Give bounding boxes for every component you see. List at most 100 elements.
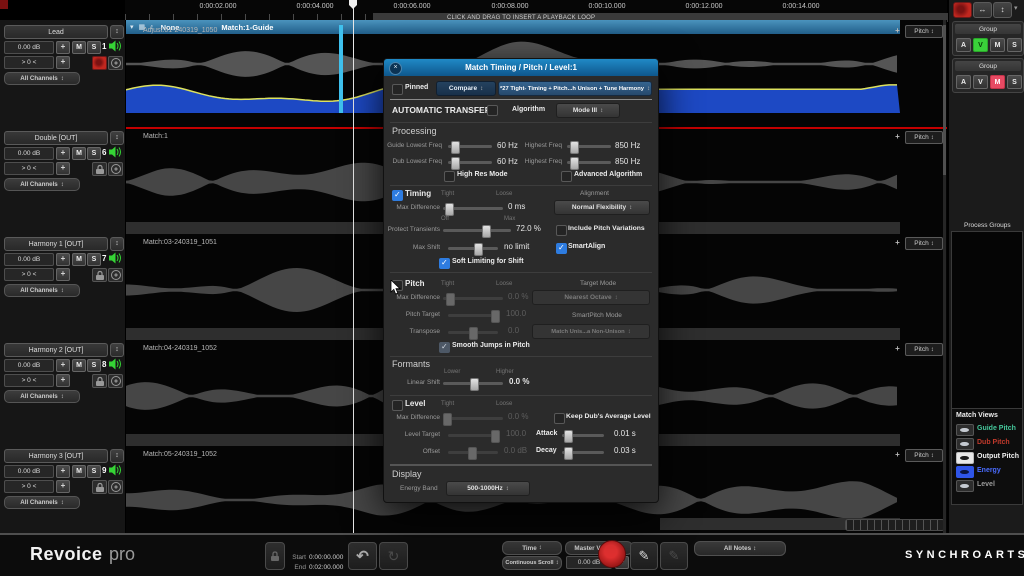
crosshair-icon[interactable]: +: [56, 268, 70, 281]
solo-button[interactable]: S: [87, 359, 101, 372]
edit-tool-disabled-button[interactable]: ✎: [660, 542, 688, 570]
eye-icon-output-pitch[interactable]: [956, 452, 974, 464]
mute-button[interactable]: M: [72, 359, 86, 372]
guide-track-icon[interactable]: [92, 56, 107, 70]
v-zoom-button[interactable]: ↕: [993, 2, 1012, 18]
soft-limiting-checkbox[interactable]: [439, 258, 450, 269]
level-checkbox[interactable]: [392, 400, 403, 411]
track-name[interactable]: Lead: [4, 25, 108, 39]
channels-dropdown[interactable]: All Channels↕: [4, 72, 80, 85]
process-groups-panel[interactable]: [951, 231, 1023, 429]
pitch-target-slider[interactable]: [448, 314, 498, 317]
pan-field[interactable]: > 0 <: [4, 56, 54, 69]
target-icon[interactable]: [108, 480, 123, 494]
dialog-title[interactable]: Match Timing / Pitch / Level:1: [384, 59, 658, 76]
group-a-button[interactable]: A: [956, 38, 971, 52]
decay-slider[interactable]: [562, 451, 604, 454]
track-resize-button[interactable]: ↕: [110, 131, 124, 145]
dub-lowest-slider[interactable]: [448, 161, 492, 164]
record-transfer-button[interactable]: [598, 540, 626, 568]
attack-slider[interactable]: [562, 434, 604, 437]
mute-button[interactable]: M: [72, 465, 86, 478]
undo-button[interactable]: ↶: [348, 542, 377, 570]
loop-button[interactable]: ↻: [379, 542, 408, 570]
track-name[interactable]: Harmony 3 [OUT]: [4, 449, 108, 463]
crosshair-icon[interactable]: +: [56, 480, 70, 493]
group-s-button[interactable]: S: [1007, 38, 1022, 52]
linear-shift-slider[interactable]: [443, 382, 503, 385]
crosshair-icon[interactable]: +: [56, 359, 70, 372]
smartalign-checkbox[interactable]: [556, 243, 567, 254]
edit-tool-button[interactable]: ✎: [630, 542, 658, 570]
scroll-mode-dropdown[interactable]: Continuous Scroll↕: [502, 556, 562, 570]
collapse-icon[interactable]: ▾: [130, 23, 134, 31]
lock-icon[interactable]: [92, 162, 107, 176]
target-mode-dropdown[interactable]: Nearest Octave↕: [532, 290, 650, 305]
advanced-algo-checkbox[interactable]: [561, 171, 572, 182]
group-m-button[interactable]: M: [990, 38, 1005, 52]
solo-button[interactable]: S: [87, 41, 101, 54]
channels-dropdown[interactable]: All Channels↕: [4, 496, 80, 509]
target-icon[interactable]: [108, 374, 123, 388]
crosshair-icon[interactable]: +: [893, 449, 902, 460]
gain-field[interactable]: 0.00 dB: [4, 253, 54, 266]
track-name[interactable]: Double [OUT]: [4, 131, 108, 145]
track-resize-button[interactable]: ↕: [110, 237, 124, 251]
lock-icon[interactable]: [92, 480, 107, 494]
pitch-view-button[interactable]: Pitch↕: [905, 25, 943, 38]
solo-button[interactable]: S: [87, 147, 101, 160]
lock-transport-button[interactable]: [265, 542, 285, 570]
group-a-button[interactable]: A: [956, 75, 971, 89]
alignment-dropdown[interactable]: Normal Flexibility↕: [554, 200, 650, 215]
target-icon[interactable]: [108, 162, 123, 176]
time-mode-dropdown[interactable]: Time↕: [502, 541, 562, 555]
speaker-icon[interactable]: [109, 40, 122, 52]
offset-slider[interactable]: [448, 451, 498, 454]
target-icon[interactable]: [108, 268, 123, 282]
speaker-icon[interactable]: [109, 464, 122, 476]
mute-button[interactable]: M: [72, 147, 86, 160]
speaker-icon[interactable]: [109, 146, 122, 158]
vertical-scrollbar[interactable]: [943, 20, 946, 533]
mute-button[interactable]: M: [72, 41, 86, 54]
compare-dropdown[interactable]: Compare↕: [436, 81, 496, 96]
tab-match-guide[interactable]: Match:1-Guide: [221, 23, 273, 32]
group-v-button[interactable]: V: [973, 38, 988, 52]
timing-checkbox[interactable]: [392, 190, 403, 201]
gain-field[interactable]: 0.00 dB: [4, 465, 54, 478]
playhead[interactable]: [353, 0, 354, 533]
crosshair-icon[interactable]: +: [893, 237, 902, 248]
level-maxdiff-slider[interactable]: [443, 417, 503, 420]
eye-icon-dub-pitch[interactable]: [956, 438, 974, 450]
pitch-view-button[interactable]: Pitch↕: [905, 343, 943, 356]
pitch-view-button[interactable]: Pitch↕: [905, 131, 943, 144]
eye-icon-energy[interactable]: [956, 466, 974, 478]
pitch-view-button[interactable]: Pitch↕: [905, 449, 943, 462]
preset-dropdown[interactable]: *27 Tight- Timing + Pitch...h Unison + T…: [498, 81, 652, 96]
energy-band-dropdown[interactable]: 500-1000Hz↕: [446, 481, 530, 496]
speaker-icon[interactable]: [109, 252, 122, 264]
crosshair-icon[interactable]: +: [893, 25, 902, 36]
track-name[interactable]: Harmony 2 [OUT]: [4, 343, 108, 357]
close-icon[interactable]: ×: [389, 62, 402, 75]
algorithm-dropdown[interactable]: Mode III↕: [556, 103, 620, 118]
dub-highest-slider[interactable]: [567, 161, 611, 164]
include-pitch-checkbox[interactable]: [556, 225, 567, 236]
panel-collapse-icon[interactable]: ▾: [1014, 4, 1018, 12]
crosshair-icon[interactable]: +: [56, 374, 70, 387]
crosshair-icon[interactable]: +: [56, 465, 70, 478]
level-target-slider[interactable]: [448, 434, 498, 437]
track-resize-button[interactable]: ↕: [110, 343, 124, 357]
target-icon[interactable]: [108, 56, 123, 70]
gain-field[interactable]: 0.00 dB: [4, 147, 54, 160]
pinned-checkbox[interactable]: [392, 84, 403, 95]
pan-field[interactable]: > 0 <: [4, 268, 54, 281]
smooth-jumps-checkbox[interactable]: [439, 342, 450, 353]
eye-icon-guide-pitch[interactable]: [956, 424, 974, 436]
channels-dropdown[interactable]: All Channels↕: [4, 178, 80, 191]
edit-cursor[interactable]: [339, 25, 343, 113]
smartpitch-dropdown[interactable]: Match Unis...a Non-Unison↕: [532, 324, 650, 339]
pitch-view-button[interactable]: Pitch↕: [905, 237, 943, 250]
crosshair-icon[interactable]: +: [56, 41, 70, 54]
solo-button[interactable]: S: [87, 253, 101, 266]
